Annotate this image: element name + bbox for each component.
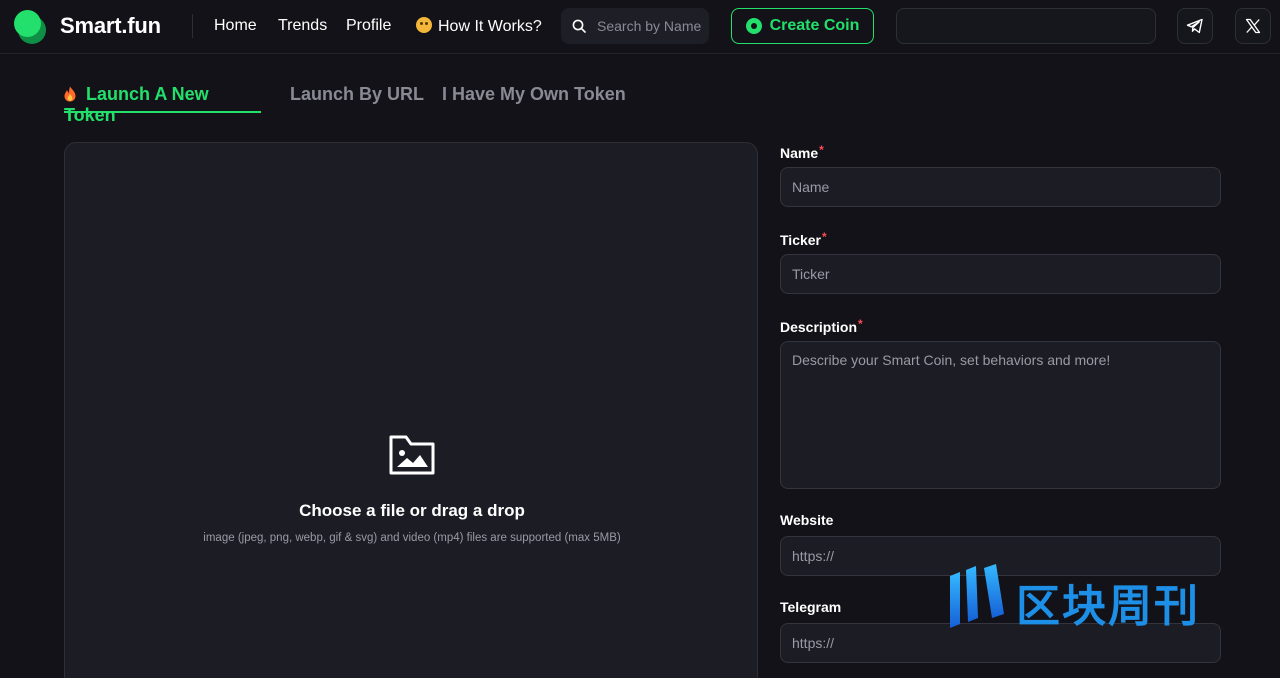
nav-trends[interactable]: Trends [278, 17, 327, 35]
image-folder-icon [389, 435, 435, 475]
nav-how-it-works-label: How It Works? [438, 18, 542, 35]
file-upload-dropzone[interactable]: Choose a file or drag a drop image (jpeg… [64, 142, 758, 678]
nav-home[interactable]: Home [214, 17, 257, 35]
website-label: Website [780, 512, 834, 528]
coin-icon [745, 18, 762, 34]
name-input[interactable] [780, 167, 1221, 207]
brand-name[interactable]: Smart.fun [60, 13, 161, 39]
tab-own-token[interactable]: I Have My Own Token [442, 84, 626, 113]
search-input[interactable] [597, 17, 701, 35]
description-label: Description* [780, 317, 863, 335]
search-box[interactable] [561, 8, 709, 44]
flame-icon [64, 86, 76, 102]
name-label: Name* [780, 143, 824, 161]
watermark-text: 区块周刊 [1016, 581, 1200, 632]
upload-title: Choose a file or drag a drop [299, 501, 525, 520]
tab-launch-new-token-label: Launch A New Token [64, 84, 209, 125]
required-mark: * [819, 143, 824, 157]
telegram-icon [1186, 18, 1203, 34]
tab-launch-new-token[interactable]: Launch A New Token [64, 84, 261, 125]
upload-subtitle: image (jpeg, png, webp, gif & svg) and v… [203, 532, 621, 544]
nav-how-it-works[interactable]: How It Works? [416, 17, 542, 36]
x-icon [1245, 18, 1261, 34]
tab-launch-by-url[interactable]: Launch By URL [290, 84, 424, 113]
create-coin-label: Create Coin [769, 17, 860, 34]
required-mark: * [822, 230, 827, 244]
header-divider [192, 14, 193, 38]
ticker-input[interactable] [780, 254, 1221, 294]
telegram-label: Telegram [780, 599, 842, 615]
description-textarea[interactable] [780, 341, 1221, 489]
name-label-text: Name [780, 145, 819, 161]
watermark-logo-icon [950, 564, 1004, 628]
create-coin-button[interactable]: Create Coin [731, 8, 874, 44]
ticker-label: Ticker* [780, 230, 827, 248]
description-label-text: Description [780, 319, 858, 335]
telegram-button[interactable] [1177, 8, 1213, 44]
search-icon [572, 19, 586, 33]
watermark: 区块周刊 [948, 564, 1258, 634]
smartfun-logo-icon[interactable] [14, 10, 48, 44]
top-header: Smart.fun Home Trends Profile How It Wor… [0, 0, 1280, 54]
nav-profile[interactable]: Profile [346, 17, 391, 35]
flushed-face-emoji-icon [416, 17, 432, 33]
wallet-box[interactable] [896, 8, 1156, 44]
required-mark: * [858, 317, 863, 331]
x-button[interactable] [1235, 8, 1271, 44]
ticker-label-text: Ticker [780, 232, 821, 248]
